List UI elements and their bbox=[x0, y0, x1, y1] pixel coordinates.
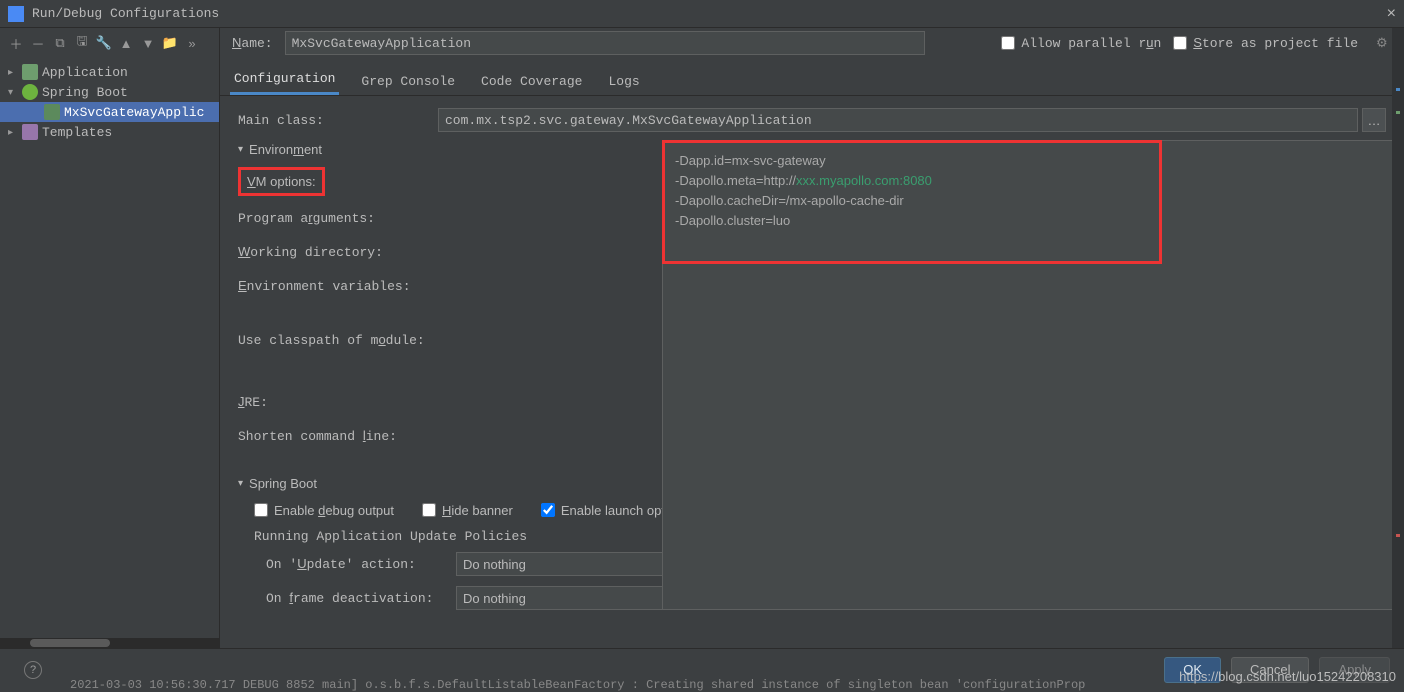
working-dir-label: Working directory: bbox=[238, 244, 438, 260]
tab-logs[interactable]: Logs bbox=[604, 68, 643, 95]
down-icon[interactable]: ▼ bbox=[138, 33, 158, 53]
tree-item-springboot[interactable]: ▾ Spring Boot bbox=[0, 82, 219, 102]
titlebar: Run/Debug Configurations × bbox=[0, 0, 1404, 28]
allow-parallel-checkbox[interactable]: Allow parallel run bbox=[1001, 35, 1161, 51]
name-label: Name: bbox=[232, 35, 273, 51]
hide-banner-checkbox[interactable]: Hide banner bbox=[422, 503, 513, 518]
apply-button[interactable]: Apply bbox=[1319, 657, 1390, 683]
chevron-down-icon: ▾ bbox=[238, 478, 243, 489]
main-class-label: Main class: bbox=[238, 113, 438, 128]
enable-debug-checkbox[interactable]: Enable debug output bbox=[254, 503, 394, 518]
vm-options-label: VM options: bbox=[238, 167, 438, 196]
chevron-down-icon: ▾ bbox=[8, 87, 18, 97]
config-panel: Main class: … ▾ Environment ⤢ -Dapp.id=m… bbox=[220, 96, 1404, 648]
cancel-button[interactable]: Cancel bbox=[1231, 657, 1309, 683]
gear-icon[interactable]: ⚙ bbox=[1376, 35, 1392, 51]
tab-grep-console[interactable]: Grep Console bbox=[357, 68, 459, 95]
spring-item-icon bbox=[44, 104, 60, 120]
tree-item-mxsvcgateway[interactable]: MxSvcGatewayApplic bbox=[0, 102, 219, 122]
sidebar-toolbar: ＋ － ⧉ 🖫 🔧 ▲ ▼ 📁 » bbox=[0, 28, 219, 58]
env-vars-label: Environment variables: bbox=[238, 278, 438, 294]
templates-icon bbox=[22, 124, 38, 140]
up-icon[interactable]: ▲ bbox=[116, 33, 136, 53]
store-as-project-checkbox[interactable]: Store as project file bbox=[1173, 35, 1358, 51]
horizontal-scrollbar[interactable] bbox=[0, 638, 219, 648]
program-args-label: Program arguments: bbox=[238, 210, 438, 226]
main-class-input[interactable] bbox=[438, 108, 1358, 132]
tree-label: Spring Boot bbox=[42, 85, 128, 100]
tree-label: Application bbox=[42, 65, 128, 80]
ok-button[interactable]: OK bbox=[1164, 657, 1221, 683]
chevron-right-icon: ▸ bbox=[8, 127, 18, 137]
tab-code-coverage[interactable]: Code Coverage bbox=[477, 68, 586, 95]
content: Name: Allow parallel run Store as projec… bbox=[220, 28, 1404, 648]
remove-icon[interactable]: － bbox=[28, 33, 48, 53]
chevron-right-icon: ▸ bbox=[8, 67, 18, 77]
tree-item-application[interactable]: ▸ Application bbox=[0, 62, 219, 82]
classpath-label: Use classpath of module: bbox=[238, 332, 438, 348]
window-title: Run/Debug Configurations bbox=[32, 6, 1387, 21]
add-icon[interactable]: ＋ bbox=[6, 33, 26, 53]
help-button[interactable]: ? bbox=[24, 661, 42, 679]
close-icon[interactable]: × bbox=[1387, 5, 1396, 23]
folder-icon[interactable]: 📁 bbox=[160, 33, 180, 53]
more-icon[interactable]: » bbox=[182, 33, 202, 53]
tab-configuration[interactable]: Configuration bbox=[230, 65, 339, 95]
jre-label: JRE: bbox=[238, 394, 438, 410]
application-icon bbox=[22, 64, 38, 80]
app-icon bbox=[8, 6, 24, 22]
section-label: Environment bbox=[249, 142, 322, 157]
vm-options-textarea[interactable]: ⤢ bbox=[662, 140, 1404, 610]
shorten-label: Shorten command line: bbox=[238, 428, 438, 444]
config-tree: ▸ Application ▾ Spring Boot MxSvcGateway… bbox=[0, 58, 219, 638]
copy-icon[interactable]: ⧉ bbox=[50, 33, 70, 53]
on-frame-label: On frame deactivation: bbox=[266, 590, 456, 606]
wrench-icon[interactable]: 🔧 bbox=[94, 33, 114, 53]
save-icon[interactable]: 🖫 bbox=[72, 33, 92, 53]
tree-item-templates[interactable]: ▸ Templates bbox=[0, 122, 219, 142]
editor-gutter bbox=[1392, 28, 1404, 648]
chevron-down-icon: ▾ bbox=[238, 144, 243, 155]
name-input[interactable] bbox=[285, 31, 925, 55]
tabs: Configuration Grep Console Code Coverage… bbox=[220, 62, 1404, 96]
tree-label: Templates bbox=[42, 125, 112, 140]
browse-main-class-button[interactable]: … bbox=[1362, 108, 1386, 132]
sidebar: ＋ － ⧉ 🖫 🔧 ▲ ▼ 📁 » ▸ Application ▾ Spring… bbox=[0, 28, 220, 648]
on-update-label: On 'Update' action: bbox=[266, 556, 456, 572]
spring-icon bbox=[22, 84, 38, 100]
section-label: Spring Boot bbox=[249, 476, 317, 491]
tree-label: MxSvcGatewayApplic bbox=[64, 105, 204, 120]
